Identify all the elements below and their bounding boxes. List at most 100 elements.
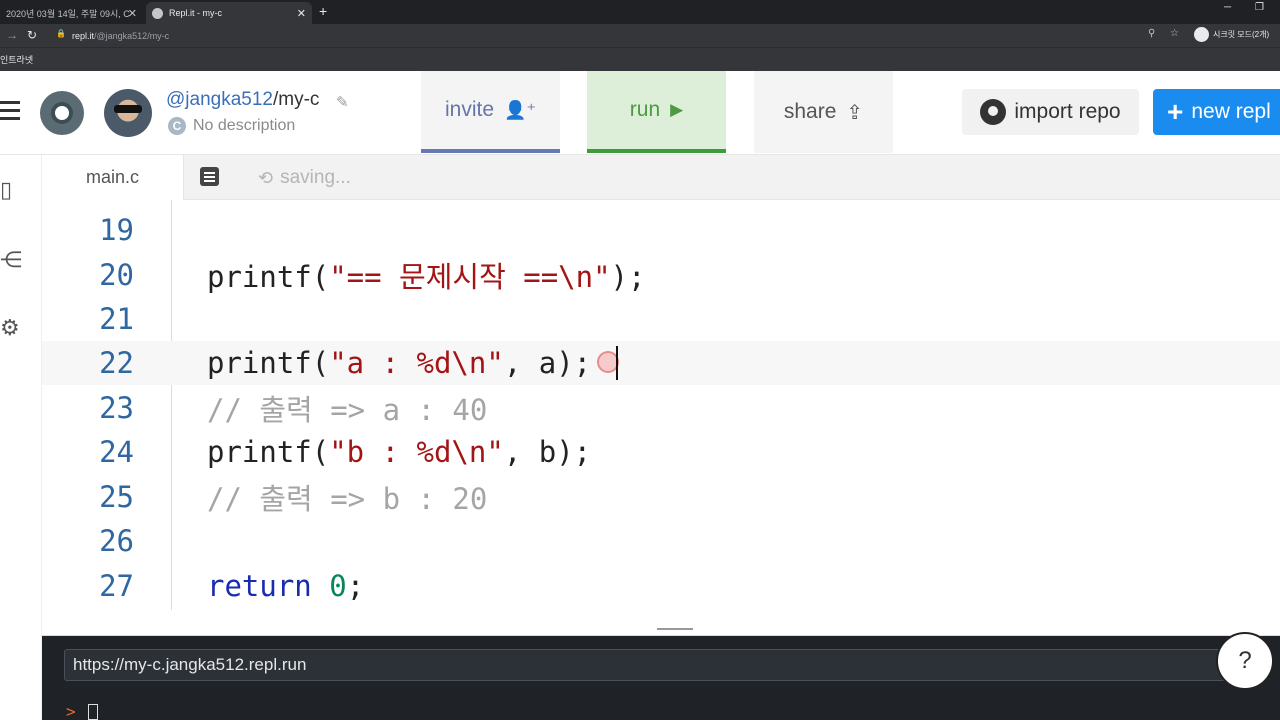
code-editor[interactable]: 19 20 printf("== 문제시작 ==\n"); 21 22 prin… xyxy=(42,200,1280,620)
share-nodes-icon[interactable]: ⋲ xyxy=(0,247,22,273)
line-number: 19 xyxy=(99,213,134,247)
url-field[interactable]: 🔒 repl.it/@jangka512/my-c xyxy=(46,26,1186,45)
username-link[interactable]: @jangka512 xyxy=(166,89,273,110)
url-path: /@jangka512/my-c xyxy=(94,30,170,41)
import-repo-button[interactable]: import repo xyxy=(962,89,1139,135)
file-icon[interactable]: ▯ xyxy=(0,177,12,203)
close-icon[interactable]: ✕ xyxy=(297,7,306,20)
line-number: 25 xyxy=(99,480,134,514)
incognito-icon xyxy=(1194,27,1209,42)
code-token: printf( xyxy=(207,346,330,380)
github-icon xyxy=(980,99,1007,125)
browser-tabbar: 2020년 03월 14일, 주말 09시, C ✕ Repl.it - my-… xyxy=(0,0,1280,24)
new-tab-icon[interactable]: + xyxy=(319,3,327,19)
repl-url-field[interactable]: https://my-c.jangka512.repl.run xyxy=(64,649,1254,681)
restore-icon[interactable]: ❐ xyxy=(1255,2,1264,13)
code-text: printf("b : %d\n", b); xyxy=(207,435,591,469)
code-line: 21 xyxy=(42,297,1280,341)
invite-label: invite xyxy=(445,98,495,121)
file-tab-label: main.c xyxy=(85,167,139,187)
zoom-icon[interactable]: ⚲ xyxy=(1148,28,1155,39)
console-prompt: > xyxy=(66,702,76,721)
help-button[interactable]: ? xyxy=(1216,632,1274,690)
new-repl-label: new repl xyxy=(1191,100,1271,123)
pencil-icon[interactable]: ✎ xyxy=(336,93,349,111)
save-status-text: saving... xyxy=(280,167,351,188)
plus-icon: + xyxy=(1167,96,1184,127)
incognito-badge[interactable]: 시크릿 모드(2개) xyxy=(1194,27,1269,42)
url-host: repl.it xyxy=(72,30,95,41)
code-line-active: 22 printf("a : %d\n", a); xyxy=(42,341,1280,385)
code-token: , b); xyxy=(503,435,592,469)
reload-icon[interactable]: ↻ xyxy=(27,28,37,42)
code-line: 19 xyxy=(42,208,1280,252)
code-text: printf("a : %d\n", a); xyxy=(207,346,591,380)
address-bar: → ↻ 🔒 repl.it/@jangka512/my-c ⚲ ☆ 시크릿 모드… xyxy=(0,24,1280,47)
replit-logo[interactable] xyxy=(40,91,84,135)
string-token: "a : %d\n" xyxy=(329,346,504,380)
tab-title: 2020년 03월 14일, 주말 09시, C xyxy=(6,8,130,19)
code-line: 24 printf("b : %d\n", b); xyxy=(42,430,1280,474)
code-token: printf( xyxy=(207,260,330,294)
incognito-label: 시크릿 모드(2개) xyxy=(1213,30,1270,39)
code-line: 25 // 출력 => b : 20 xyxy=(42,475,1280,519)
repl-name: /my-c xyxy=(272,89,320,110)
import-label: import repo xyxy=(1014,100,1121,123)
star-icon[interactable]: ☆ xyxy=(1170,28,1179,39)
code-text: return 0; xyxy=(207,569,364,603)
code-token: , a); xyxy=(503,346,592,380)
bookmark-item[interactable]: 인트라넷 xyxy=(0,53,33,66)
console-cursor[interactable] xyxy=(88,704,98,720)
share-label: share xyxy=(783,100,837,123)
repl-header: @jangka512/my-c ✎ C No description invit… xyxy=(0,71,1280,155)
close-icon[interactable]: ✕ xyxy=(128,7,137,20)
line-number: 27 xyxy=(99,569,134,603)
replit-favicon-icon xyxy=(152,7,163,19)
add-user-icon: 👤⁺ xyxy=(504,99,536,120)
share-icon: ⇪ xyxy=(846,101,864,124)
description-text: No description xyxy=(193,117,296,134)
hamburger-menu-icon[interactable] xyxy=(0,101,20,125)
code-text: printf("== 문제시작 ==\n"); xyxy=(207,254,645,296)
pane-resize-handle[interactable] xyxy=(42,620,1280,636)
history-icon: ⟲ xyxy=(258,167,274,188)
lock-icon: 🔒 xyxy=(56,29,66,38)
minimize-icon[interactable]: ─ xyxy=(1224,2,1231,13)
share-button[interactable]: share ⇪ xyxy=(754,71,893,153)
play-icon: ▶ xyxy=(670,100,684,119)
format-icon[interactable] xyxy=(200,167,219,186)
code-line: 26 xyxy=(42,519,1280,563)
file-tab-main-c[interactable]: main.c xyxy=(42,155,184,200)
run-label: run xyxy=(629,98,661,121)
repl-title: @jangka512/my-c xyxy=(166,89,319,111)
line-number: 26 xyxy=(99,524,134,558)
repl-description[interactable]: C No description xyxy=(168,117,295,135)
number-token: 0 xyxy=(329,569,347,603)
invite-button[interactable]: invite 👤⁺ xyxy=(421,71,560,153)
run-button[interactable]: run ▶ xyxy=(587,71,726,153)
editor-tab-bar: main.c ⟲ saving... xyxy=(42,155,1280,200)
gear-icon[interactable]: ⚙ xyxy=(0,315,20,341)
code-line: 23 // 출력 => a : 40 xyxy=(42,386,1280,430)
forward-icon[interactable]: → xyxy=(6,28,18,42)
comment-text: // 출력 => a : 40 xyxy=(207,393,488,427)
browser-tab-active[interactable]: Repl.it - my-c ✕ xyxy=(146,2,312,24)
browser-tab[interactable]: 2020년 03월 14일, 주말 09시, C ✕ xyxy=(0,2,143,24)
code-token: printf( xyxy=(207,435,330,469)
line-number: 22 xyxy=(99,346,134,380)
string-token: "== 문제시작 ==\n" xyxy=(329,260,611,294)
line-number: 23 xyxy=(99,391,134,425)
code-line: 27 return 0; xyxy=(42,564,1280,608)
save-status: ⟲ saving... xyxy=(258,167,351,189)
tab-title: Repl.it - my-c xyxy=(169,8,223,18)
code-line: 20 printf("== 문제시작 ==\n"); xyxy=(42,253,1280,297)
code-token: ; xyxy=(346,569,365,603)
new-repl-button[interactable]: + new repl xyxy=(1153,89,1280,135)
sidebar: ▯ ⋲ ⚙ xyxy=(0,155,42,720)
code-token: ); xyxy=(610,260,646,294)
line-number: 20 xyxy=(99,258,134,292)
keyword-token: return xyxy=(207,569,312,603)
avatar[interactable] xyxy=(104,89,152,137)
line-number: 21 xyxy=(99,302,134,336)
line-number: 24 xyxy=(99,435,134,469)
